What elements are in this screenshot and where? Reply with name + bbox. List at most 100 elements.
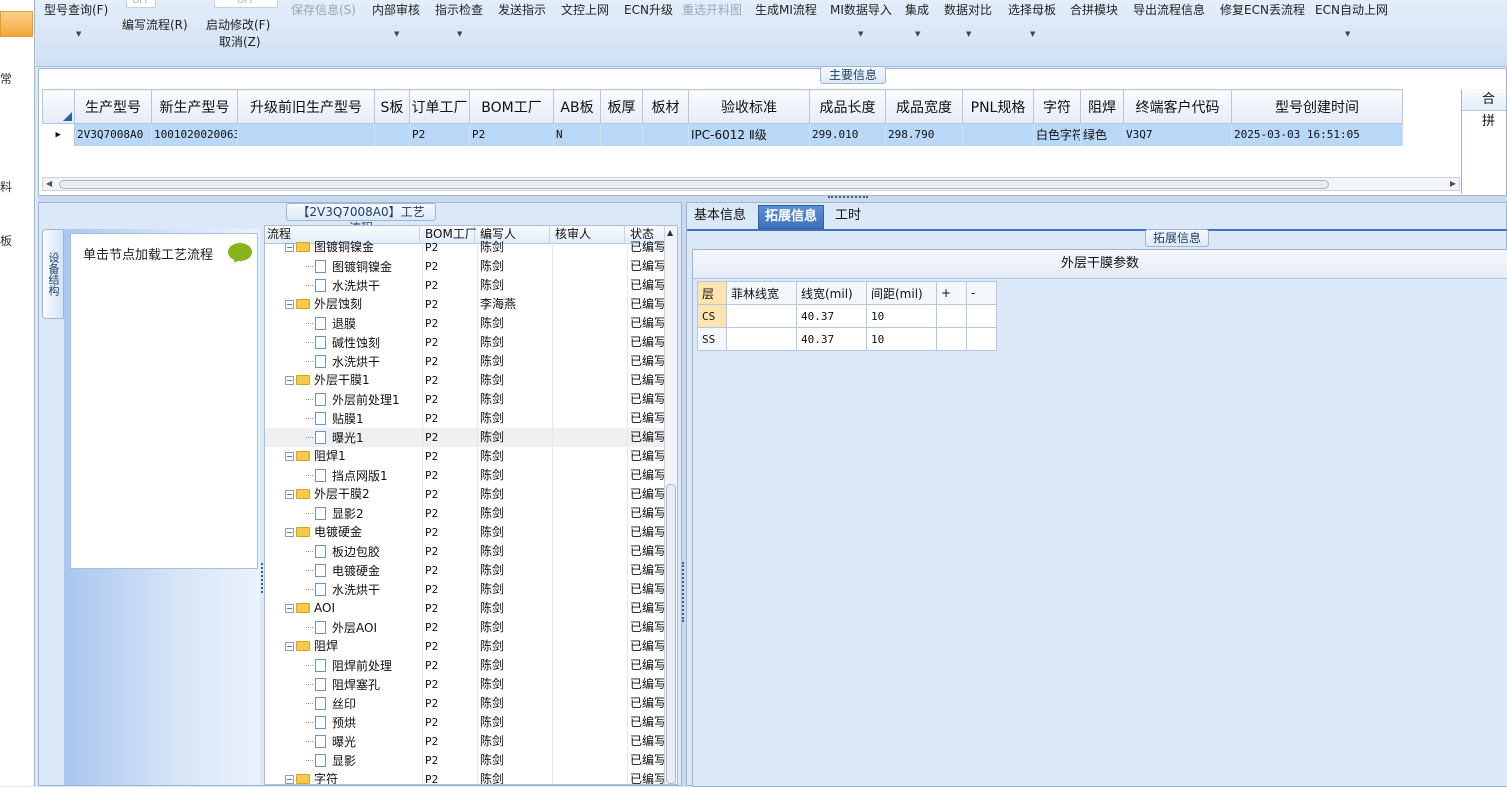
tree-node-label[interactable]: 外层前处理1 [332, 393, 400, 407]
scroll-right-icon[interactable]: ▶ [1450, 179, 1456, 188]
tree-node-label[interactable]: 电镀硬金 [314, 525, 362, 539]
tree-node-label[interactable]: 预烘 [332, 716, 356, 730]
tree-node-label[interactable]: 贴膜1 [332, 412, 364, 426]
toolbar-button[interactable]: 重选开料图 [682, 1, 742, 18]
column-header[interactable]: 订单工厂 [409, 89, 470, 124]
scrollbar-thumb[interactable] [59, 180, 1329, 189]
tree-row[interactable]: 阻焊塞孔 P2 陈剑 已编写 [265, 675, 664, 694]
tree-row[interactable]: − 字符 P2 陈剑 已编写 [265, 770, 664, 784]
tree-row[interactable]: − 外层蚀刻 P2 李海燕 已编写 [265, 295, 664, 314]
tree-node-label[interactable]: 曝光1 [332, 431, 364, 445]
table-cell[interactable]: 298.790 [885, 123, 963, 146]
tree-row[interactable]: 显影 P2 陈剑 已编写 [265, 751, 664, 770]
tree-row[interactable]: 阻焊前处理 P2 陈剑 已编写 [265, 656, 664, 675]
toolbar-button[interactable]: 启动修改(F) [206, 16, 270, 33]
table-cell[interactable] [642, 123, 689, 146]
vertical-scrollbar[interactable]: ▲ [664, 226, 677, 784]
column-header[interactable]: 阻焊 [1080, 89, 1124, 124]
toolbar-button[interactable]: MI数据导入 [830, 1, 892, 18]
tree-row[interactable]: − 图镀铜镍金 P2 陈剑 已编写 [265, 238, 664, 257]
dry-film-cell[interactable] [936, 327, 967, 351]
table-cell[interactable] [962, 123, 1034, 146]
tree-row[interactable]: 曝光1 P2 陈剑 已编写 [265, 428, 664, 447]
dropdown-arrow-icon[interactable]: ▼ [1345, 30, 1350, 38]
dropdown-arrow-icon[interactable]: ▼ [1030, 30, 1035, 38]
toolbar-button[interactable]: 数据对比 [944, 1, 992, 18]
collapse-toggle-icon[interactable]: − [285, 642, 294, 651]
tree-node-label[interactable]: 字符 [314, 772, 338, 784]
tree-node-label[interactable]: 外层AOI [332, 621, 377, 635]
column-header[interactable]: 升级前旧生产型号 [237, 89, 375, 124]
toolbar-button[interactable]: 选择母板 [1008, 1, 1056, 18]
tree-node-label[interactable]: 外层干膜2 [314, 487, 370, 501]
tree-node-label[interactable]: 水洗烘干 [332, 355, 380, 369]
tree-node-label[interactable]: 挡点网版1 [332, 469, 388, 483]
tree-node-label[interactable]: 电镀硬金 [332, 564, 380, 578]
tree-row[interactable]: 碱性蚀刻 P2 陈剑 已编写 [265, 333, 664, 352]
tree-row[interactable]: − 阻焊 P2 陈剑 已编写 [265, 637, 664, 656]
toolbar-button[interactable]: 内部审核 [372, 1, 420, 18]
toggle-switch[interactable]: OFF [126, 0, 156, 8]
toolbar-button[interactable]: 集成 [905, 1, 929, 18]
collapse-toggle-icon[interactable]: − [285, 490, 294, 499]
node-hint-box[interactable]: 单击节点加载工艺流程 [70, 233, 258, 569]
table-cell[interactable]: P2 [409, 123, 470, 146]
tree-node-label[interactable]: 板边包胶 [332, 545, 380, 559]
table-cell[interactable]: N [553, 123, 601, 146]
tree-row[interactable]: 曝光 P2 陈剑 已编写 [265, 732, 664, 751]
tree-row[interactable]: − 外层干膜1 P2 陈剑 已编写 [265, 371, 664, 390]
scrollbar-thumb[interactable] [666, 484, 676, 784]
toolbar-button[interactable]: 发送指示 [498, 1, 546, 18]
tree-node-label[interactable]: 阻焊前处理 [332, 659, 392, 673]
tree-node-label[interactable]: 曝光 [332, 735, 356, 749]
tree-row[interactable]: 水洗烘干 P2 陈剑 已编写 [265, 276, 664, 295]
table-cell[interactable]: P2 [469, 123, 554, 146]
toolbar-button[interactable]: 生成MI流程 [755, 1, 817, 18]
tree-node-label[interactable]: 外层蚀刻 [314, 297, 362, 311]
tree-row[interactable]: 板边包胶 P2 陈剑 已编写 [265, 542, 664, 561]
toggle-switch[interactable]: OFF [214, 0, 278, 8]
tree-node-label[interactable]: 水洗烘干 [332, 279, 380, 293]
table-row[interactable]: ▶ 2V3Q7008A0 10010200200638 P2 P2 N IPC-6012 Ⅱ… [42, 123, 1403, 146]
tree-row[interactable]: 电镀硬金 P2 陈剑 已编写 [265, 561, 664, 580]
tab-work-hours[interactable]: 工时 [829, 205, 867, 229]
tree-node-label[interactable]: 阻焊1 [314, 449, 346, 463]
tree-row[interactable]: 水洗烘干 P2 陈剑 已编写 [265, 580, 664, 599]
dry-film-cell[interactable]: 10 [866, 327, 937, 351]
collapse-toggle-icon[interactable]: − [285, 775, 294, 784]
horizontal-scrollbar[interactable]: ◀ ▶ [42, 177, 1460, 191]
column-header[interactable]: 板材 [642, 89, 689, 124]
dropdown-arrow-icon[interactable]: ▼ [966, 30, 971, 38]
tree-node-label[interactable]: 退膜 [332, 317, 356, 331]
dry-film-column-header[interactable]: - [966, 281, 997, 305]
left-nav-selected-item[interactable] [0, 11, 33, 37]
column-header[interactable]: 成品长度 [809, 89, 886, 124]
column-header[interactable]: PNL规格 [962, 89, 1034, 124]
left-nav-label[interactable]: 板 [0, 232, 12, 249]
tree-row[interactable]: 丝印 P2 陈剑 已编写 [265, 694, 664, 713]
dry-film-cell[interactable] [726, 327, 797, 351]
dropdown-arrow-icon[interactable]: ▼ [394, 30, 399, 38]
table-cell[interactable]: 299.010 [809, 123, 886, 146]
toolbar-button[interactable]: 修复ECN丢流程 [1220, 1, 1305, 18]
dry-film-cell[interactable] [936, 304, 967, 328]
tree-node-label[interactable]: 阻焊 [314, 639, 338, 653]
tab-basic-info[interactable]: 基本信息 [688, 205, 752, 229]
tree-node-label[interactable]: 图镀铜镍金 [314, 240, 374, 254]
dry-film-row[interactable]: CS 40.37 10 [697, 304, 997, 328]
toolbar-button[interactable]: 保存信息(S) [291, 1, 356, 18]
collapse-toggle-icon[interactable]: − [285, 243, 294, 252]
column-header[interactable]: AB板 [553, 89, 601, 124]
tree-row[interactable]: − 外层干膜2 P2 陈剑 已编写 [265, 485, 664, 504]
tree-node-label[interactable]: 阻焊塞孔 [332, 678, 380, 692]
dry-film-cell[interactable]: CS [697, 304, 727, 328]
dry-film-cell[interactable] [726, 304, 797, 328]
toolbar-button[interactable]: ECN升级 [624, 1, 673, 18]
tree-node-label[interactable]: 显影 [332, 754, 356, 768]
table-cell[interactable] [237, 123, 375, 146]
cancel-button[interactable]: 取消(Z) [219, 33, 261, 50]
tree-node-label[interactable]: 碱性蚀刻 [332, 336, 380, 350]
left-nav-label[interactable]: 常 [0, 70, 12, 87]
dry-film-column-header[interactable]: + [936, 281, 967, 305]
tree-row[interactable]: − AOI P2 陈剑 已编写 [265, 599, 664, 618]
